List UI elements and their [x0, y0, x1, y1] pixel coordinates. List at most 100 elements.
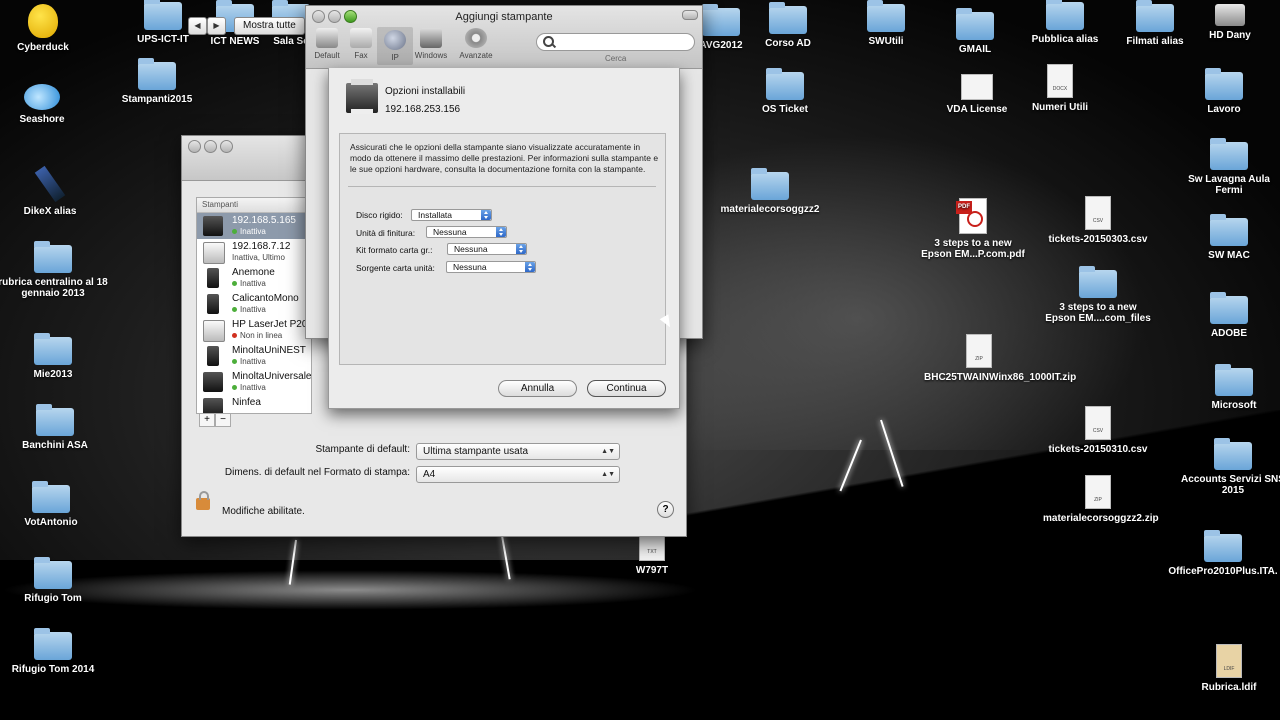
tab-avanzate[interactable]: Avanzate — [458, 28, 494, 60]
printer-name: 192.168.7.12 — [232, 241, 291, 252]
status-dot-icon — [232, 229, 237, 234]
finisher-select[interactable]: Nessuna — [426, 226, 507, 238]
desktop-icon[interactable]: 3 steps to a new Epson EM...P.com.pdf — [918, 198, 1028, 260]
desktop-icon-label: Accounts Servizi SNS 2015 — [1181, 474, 1280, 496]
printer-name: Ninfea — [232, 397, 261, 408]
desktop-icon[interactable]: Accounts Servizi SNS 2015 — [1178, 438, 1280, 496]
printer-row[interactable]: Anemone Inattiva — [197, 265, 311, 291]
lock-icon[interactable] — [196, 491, 210, 510]
remove-printer-button[interactable]: − — [215, 413, 231, 427]
printer-row[interactable]: CalicantoMono Inattiva — [197, 291, 311, 317]
printer-row[interactable]: HP LaserJet P20 Non in linea — [197, 317, 311, 343]
desktop-icon[interactable]: CSV tickets-20150303.csv — [1043, 196, 1153, 245]
desktop-icon[interactable]: Microsoft — [1179, 364, 1280, 411]
sheet-heading: Opzioni installabili — [385, 86, 466, 97]
forward-button[interactable]: ▶ — [207, 17, 226, 35]
desktop-icon[interactable]: OS Ticket — [730, 68, 840, 115]
option-value: Installata — [418, 210, 453, 220]
desktop-icon[interactable]: ADOBE — [1174, 292, 1280, 339]
desktop-icon[interactable]: Corso AD — [733, 2, 843, 49]
printer-status: Inattiva — [240, 227, 266, 236]
csv-badge-icon: CSV — [1092, 218, 1104, 224]
minimize-button[interactable] — [204, 140, 217, 153]
toolbar-toggle-button[interactable] — [682, 10, 698, 20]
desktop-icon[interactable]: Banchini ASA — [0, 404, 110, 451]
desktop-icon[interactable]: LDIF Rubrica.ldif — [1174, 644, 1280, 693]
globe-icon — [384, 30, 406, 50]
desktop-icon[interactable]: Sw Lavagna Aula Fermi — [1174, 138, 1280, 196]
desktop-icon-label: rubrica centralino al 18 gennaio 2013 — [0, 277, 108, 299]
help-button[interactable]: ? — [657, 501, 674, 518]
cancel-button[interactable]: Annulla — [498, 380, 577, 397]
desktop-icon[interactable]: VotAntonio — [0, 481, 106, 528]
desktop-icon[interactable]: SW MAC — [1174, 214, 1280, 261]
folder-icon — [1214, 438, 1252, 470]
tab-ip[interactable]: IP — [377, 27, 413, 65]
desktop-icon[interactable]: rubrica centralino al 18 gennaio 2013 — [0, 241, 108, 299]
option-value: Nessuna — [433, 227, 467, 237]
desktop-icon-label: materialecorsoggzz2 — [720, 204, 820, 215]
desktop-icon[interactable]: Rifugio Tom 2014 — [0, 628, 108, 675]
folder-icon — [751, 168, 789, 200]
desktop-icon[interactable]: Mie2013 — [0, 333, 108, 380]
desktop-icon[interactable]: CSV tickets-20150310.csv — [1043, 406, 1153, 455]
desktop-icon[interactable]: 3 steps to a new Epson EM....com_files — [1043, 266, 1153, 324]
search-input[interactable] — [536, 33, 695, 51]
desktop-icon[interactable]: ZIP BHC25TWAINWinx86_1000IT.zip — [924, 334, 1076, 383]
printer-name: MinoltaUniversale — [232, 371, 312, 382]
tab-fax[interactable]: Fax — [343, 28, 379, 60]
continue-button[interactable]: Continua — [587, 380, 666, 397]
printer-status: Inattiva — [240, 305, 266, 314]
desktop-icon[interactable]: Seashore — [0, 84, 97, 125]
desktop-icon-label: Rubrica.ldif — [1201, 682, 1257, 693]
hard-disk-select[interactable]: Installata — [411, 209, 492, 221]
large-paper-kit-select[interactable]: Nessuna — [447, 243, 527, 255]
gear-icon — [465, 28, 487, 48]
ldif-badge-icon: LDIF — [1223, 666, 1235, 672]
show-all-button[interactable]: Mostra tutte — [234, 17, 305, 35]
desktop-icon[interactable]: Cyberduck — [0, 4, 98, 53]
printer-row[interactable]: 192.168.7.12 Inattiva, Ultimo — [197, 239, 311, 265]
desktop-icon[interactable]: materialecorsoggzz2 — [715, 168, 825, 215]
printer-status: Inattiva — [240, 383, 266, 392]
printer-row[interactable]: MinoltaUniversale Inattiva — [197, 369, 311, 395]
folder-icon — [1210, 214, 1248, 246]
back-button[interactable]: ◀ — [188, 17, 207, 35]
folder-icon — [36, 404, 74, 436]
add-printer-button[interactable]: + — [199, 413, 215, 427]
desktop-icon[interactable]: ZIP materialecorsoggzz2.zip — [1043, 475, 1159, 524]
folder-icon — [34, 557, 72, 589]
printer-list[interactable]: Stampanti 192.168.5.165 Inattiva 192.168… — [196, 197, 312, 414]
desktop-icon-label: Cyberduck — [17, 42, 69, 53]
printer-icon — [207, 294, 219, 314]
docx-icon: DOCX — [1052, 86, 1068, 92]
close-button[interactable] — [188, 140, 201, 153]
zoom-button[interactable] — [220, 140, 233, 153]
desktop-icon-label: Seashore — [19, 114, 65, 125]
paper-size-select[interactable]: A4 ▲▼ — [416, 466, 620, 483]
search-label: Cerca — [605, 54, 627, 63]
printer-row[interactable]: 192.168.5.165 Inattiva — [197, 213, 311, 239]
desktop-icon[interactable]: HD Dany — [1175, 4, 1280, 41]
desktop-icon-label: ADOBE — [1210, 328, 1248, 339]
printer-row[interactable]: Ninfea — [197, 395, 311, 413]
paper-source-select[interactable]: Nessuna — [446, 261, 536, 273]
window-title: Aggiungi stampante — [455, 11, 553, 23]
desktop-icon[interactable]: DOCX Numeri Utili — [1005, 64, 1115, 113]
hard-disk-icon — [1215, 4, 1245, 26]
default-printer-value: Ultima stampante usata — [423, 446, 529, 457]
desktop-icon-label: tickets-20150303.csv — [1048, 234, 1148, 245]
desktop-icon[interactable]: DikeX alias — [0, 165, 105, 217]
printer-icon — [203, 372, 223, 392]
status-dot-icon — [232, 307, 237, 312]
printer-row[interactable]: MinoltaUniNEST Inattiva — [197, 343, 311, 369]
desktop-icon[interactable]: Rifugio Tom — [0, 557, 108, 604]
folder-icon — [34, 241, 72, 273]
desktop-icon[interactable]: Lavoro — [1169, 68, 1279, 115]
default-printer-select[interactable]: Ultima stampante usata ▲▼ — [416, 443, 620, 460]
desktop-icon[interactable]: Stampanti2015 — [102, 58, 212, 105]
pen-icon — [34, 165, 66, 203]
tab-windows[interactable]: Windows — [413, 28, 449, 60]
desktop-icon[interactable]: OfficePro2010Plus.ITA. — [1168, 530, 1278, 577]
tab-default[interactable]: Default — [309, 28, 345, 60]
